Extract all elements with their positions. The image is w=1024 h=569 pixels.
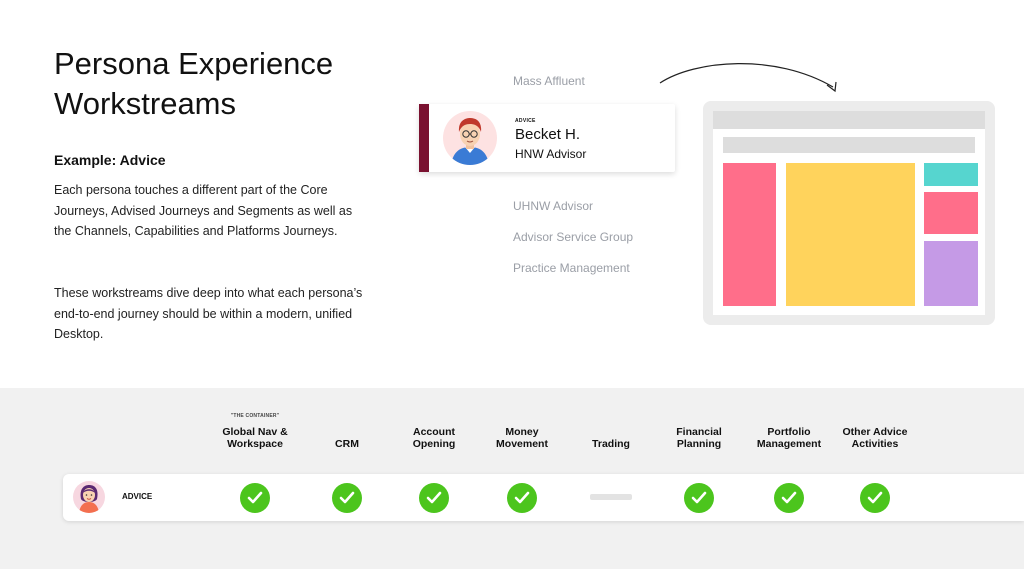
check-icon-portfolio-management bbox=[774, 483, 804, 513]
desktop-mockup bbox=[703, 101, 995, 325]
container-tag: "THE CONTAINER" bbox=[230, 413, 280, 419]
placeholder-bar-trading bbox=[590, 494, 632, 500]
persona-card-role: HNW Advisor bbox=[515, 147, 587, 161]
persona-card-name: Becket H. bbox=[515, 126, 581, 143]
advice-persona-avatar-icon bbox=[73, 481, 105, 513]
curved-arrow-icon bbox=[659, 63, 837, 93]
check-icon-money-movement bbox=[507, 483, 537, 513]
desktop-search-bar bbox=[723, 137, 975, 153]
check-icon-global-nav-workspace bbox=[240, 483, 270, 513]
check-icon-account-opening bbox=[419, 483, 449, 513]
persona-card: ADVICE Becket H. HNW Advisor bbox=[419, 104, 675, 172]
row-label-advice: ADVICE bbox=[122, 492, 153, 501]
workstream-row-advice: ADVICE bbox=[63, 474, 1024, 521]
check-icon-crm bbox=[332, 483, 362, 513]
desktop-screen bbox=[713, 111, 985, 315]
persona-practice-management: Practice Management bbox=[513, 261, 630, 275]
desktop-panel-widget-3 bbox=[924, 241, 978, 306]
desktop-panel-main bbox=[786, 163, 915, 306]
description-paragraph-2: These workstreams dive deep into what ea… bbox=[54, 286, 363, 341]
persona-uhnw-advisor: UHNW Advisor bbox=[513, 199, 594, 213]
advisor-avatar-icon bbox=[443, 111, 497, 165]
persona-card-tag: ADVICE bbox=[515, 118, 536, 124]
desktop-top-bar bbox=[713, 111, 985, 129]
check-icon-financial-planning bbox=[684, 483, 714, 513]
description-paragraph-1: Each persona touches a different part of… bbox=[54, 183, 353, 238]
desktop-panel-widget-2 bbox=[924, 192, 978, 234]
example-heading: Example: Advice bbox=[54, 152, 166, 168]
persona-mass-affluent: Mass Affluent bbox=[513, 74, 585, 88]
column-header-other-advice-activities: Other Advice Activities bbox=[842, 426, 908, 450]
check-icon-other-advice-activities bbox=[860, 483, 890, 513]
desktop-panel-widget-1 bbox=[924, 163, 978, 186]
persona-advisor-service-group: Advisor Service Group bbox=[513, 230, 634, 244]
page-title: Persona Experience Workstreams bbox=[54, 46, 334, 121]
persona-card-accent-bar bbox=[419, 104, 429, 172]
desktop-panel-left bbox=[723, 163, 776, 306]
